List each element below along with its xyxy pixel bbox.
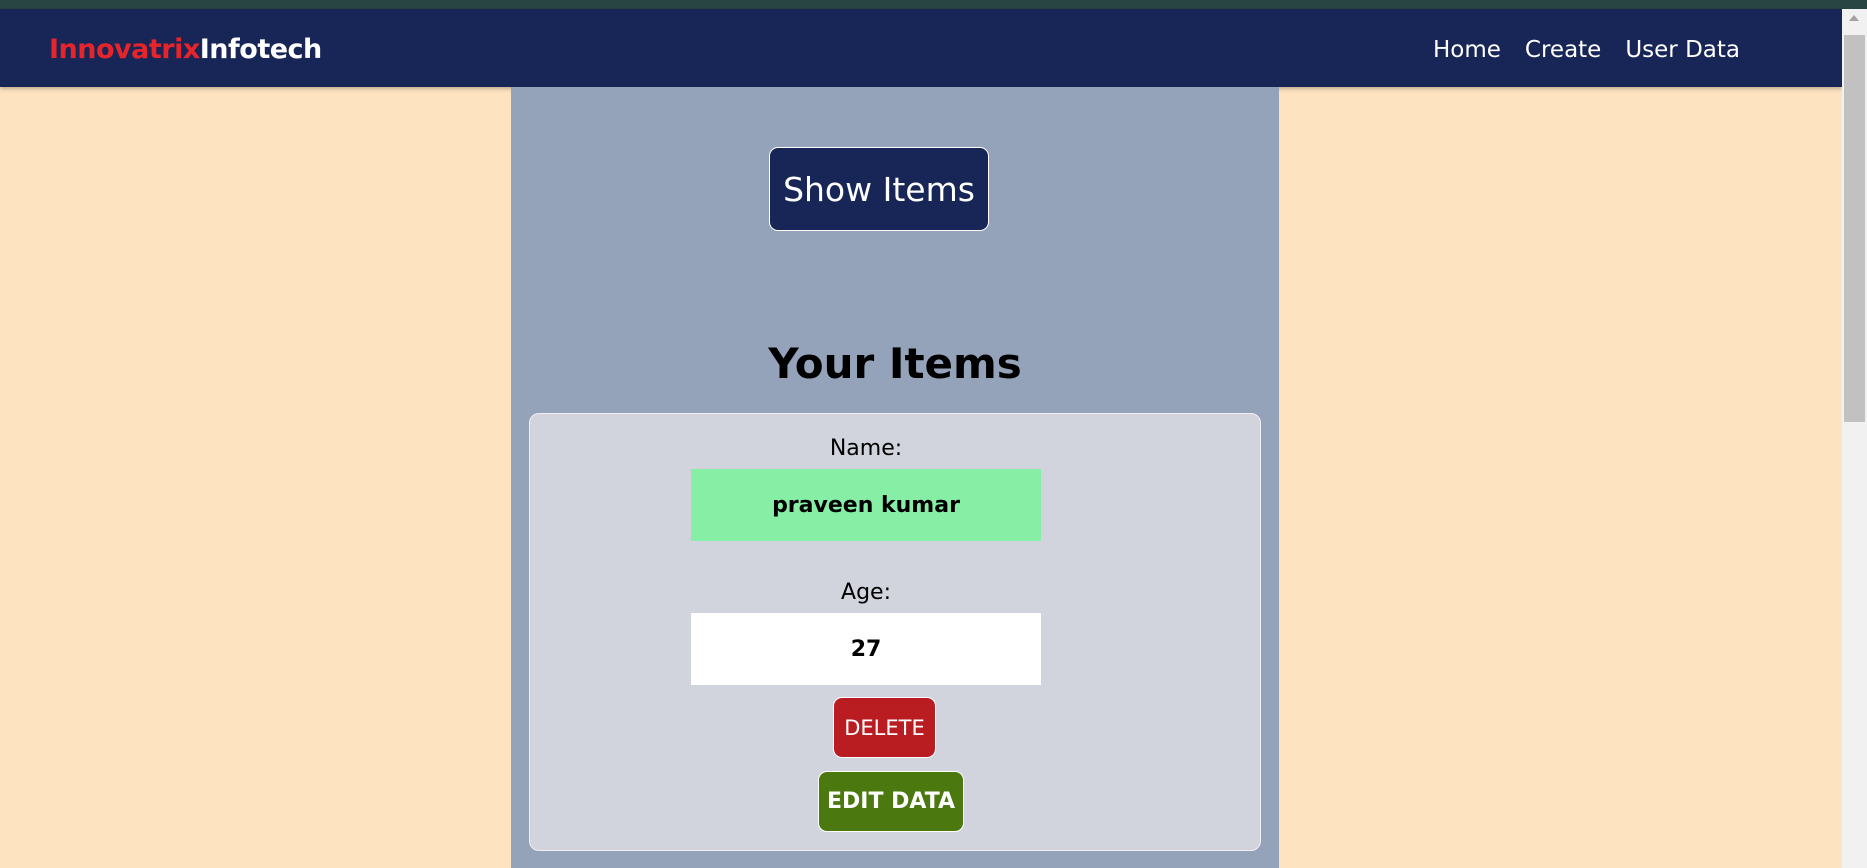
name-field[interactable] bbox=[691, 469, 1041, 541]
show-items-button[interactable]: Show Items bbox=[769, 147, 989, 231]
item-card: Name: Age: DELETE EDIT DATA bbox=[529, 413, 1261, 851]
edit-data-button[interactable]: EDIT DATA bbox=[818, 771, 964, 832]
brand-part1: Innovatrix bbox=[49, 34, 200, 65]
nav-link-user-data[interactable]: User Data bbox=[1625, 37, 1740, 63]
browser-top-strip bbox=[0, 0, 1867, 9]
nav-link-create[interactable]: Create bbox=[1525, 37, 1601, 63]
scrollbar-thumb[interactable] bbox=[1844, 35, 1865, 422]
nav-links: Home Create User Data bbox=[1433, 37, 1740, 63]
page-title: Your Items bbox=[768, 339, 1022, 388]
delete-button[interactable]: DELETE bbox=[833, 697, 936, 758]
vertical-scrollbar[interactable] bbox=[1842, 9, 1867, 868]
scroll-up-arrow-icon[interactable] bbox=[1849, 15, 1859, 21]
brand-logo[interactable]: InnovatrixInfotech bbox=[49, 34, 322, 65]
main-panel: Show Items Your Items Name: Age: DELETE … bbox=[511, 87, 1279, 868]
age-field[interactable] bbox=[691, 613, 1041, 685]
age-label: Age: bbox=[841, 580, 891, 605]
name-label: Name: bbox=[829, 436, 903, 461]
brand-part2: Infotech bbox=[199, 34, 323, 65]
navbar: InnovatrixInfotech Home Create User Data bbox=[0, 9, 1842, 87]
nav-link-home[interactable]: Home bbox=[1433, 37, 1501, 63]
